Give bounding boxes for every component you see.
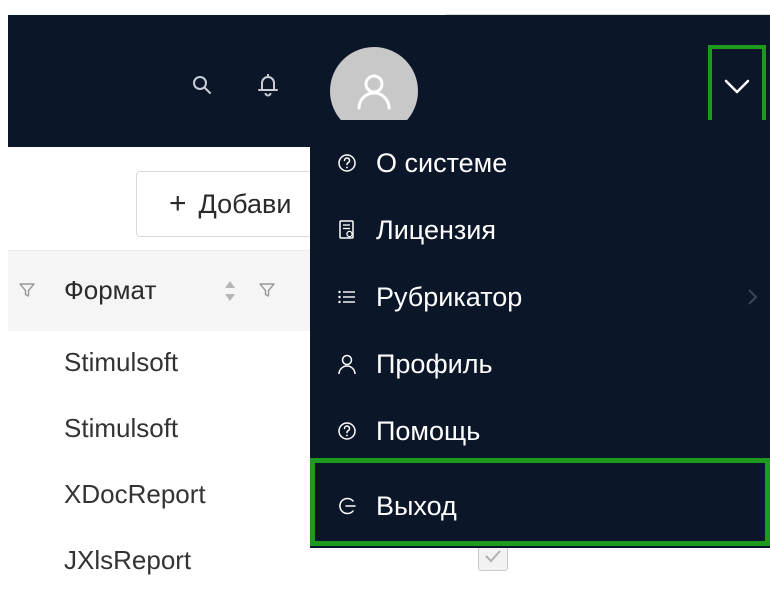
plus-icon: +: [169, 187, 187, 220]
sort-icon[interactable]: [222, 278, 238, 304]
menu-item-license[interactable]: Лицензия: [310, 197, 770, 263]
menu-item-about[interactable]: О системе: [310, 130, 770, 196]
logout-highlight: Выход: [310, 458, 770, 546]
question-circle-icon: [334, 150, 360, 176]
menu-item-label: Профиль: [376, 348, 493, 379]
app-page: + Добави Формат Stimulsoft Stimulsoft XD…: [8, 10, 770, 585]
menu-item-logout[interactable]: Выход: [310, 473, 770, 539]
filter-icon[interactable]: [18, 281, 36, 299]
column-header-format[interactable]: Формат: [64, 275, 156, 306]
format-cell: Stimulsoft: [64, 347, 179, 377]
user-icon: [334, 351, 360, 377]
user-icon: [357, 74, 391, 110]
license-doc-icon: [334, 217, 360, 243]
menu-item-label: Выход: [376, 490, 457, 521]
menu-item-label: О системе: [376, 147, 508, 178]
format-cell: JXlsReport: [64, 545, 192, 575]
add-button[interactable]: + Добави: [136, 171, 336, 237]
format-cell: XDocReport: [64, 479, 206, 509]
search-icon[interactable]: [188, 71, 216, 99]
chevron-down-icon: [724, 79, 750, 94]
menu-item-label: Лицензия: [376, 214, 496, 245]
filter-icon[interactable]: [258, 281, 276, 299]
question-circle-icon: [334, 418, 360, 444]
user-menu-toggle-button[interactable]: [708, 45, 766, 129]
format-cell: Stimulsoft: [64, 413, 179, 443]
menu-item-help[interactable]: Помощь: [310, 398, 770, 464]
menu-item-profile[interactable]: Профиль: [310, 331, 770, 397]
checkmark-icon: [485, 550, 501, 563]
menu-item-label: Помощь: [376, 415, 481, 446]
menu-item-label: Рубрикатор: [376, 281, 523, 312]
menu-item-rubricator[interactable]: Рубрикатор: [310, 264, 770, 330]
user-dropdown-menu: О системе Лицензия Рубрикатор Профиль По…: [310, 120, 770, 548]
bell-icon[interactable]: [254, 71, 282, 99]
add-button-label: Добави: [198, 188, 292, 219]
chevron-right-icon: [748, 289, 758, 305]
logout-icon: [334, 493, 360, 519]
list-icon: [334, 284, 360, 310]
